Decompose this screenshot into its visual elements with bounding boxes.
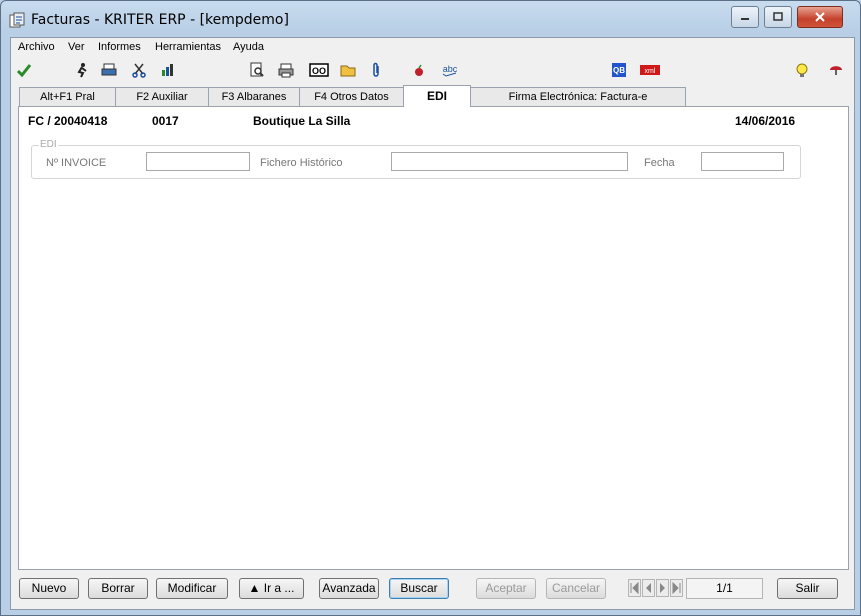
xml-icon[interactable]: xml xyxy=(639,61,661,79)
nuevo-button[interactable]: Nuevo xyxy=(19,578,79,599)
menu-archivo[interactable]: Archivo xyxy=(18,41,55,53)
edi-legend: EDI xyxy=(39,139,58,150)
menu-informes[interactable]: Informes xyxy=(98,41,141,53)
first-record-button[interactable] xyxy=(628,579,641,597)
edi-groupbox: EDI Nº INVOICE Fichero Histórico Fecha xyxy=(31,139,801,179)
window-title: Facturas - KRITER ERP - [kempdemo] xyxy=(31,12,289,28)
buscar-button[interactable]: Buscar xyxy=(389,578,449,599)
edi-panel: FC / 20040418 0017 Boutique La Silla 14/… xyxy=(18,106,849,570)
run-icon[interactable] xyxy=(73,61,91,79)
tab-firma-electronica[interactable]: Firma Electrónica: Factura-e xyxy=(470,87,686,106)
maximize-button[interactable] xyxy=(764,6,792,28)
next-record-button[interactable] xyxy=(656,579,669,597)
svg-text:OO: OO xyxy=(312,66,326,76)
tab-strip: Alt+F1 Pral F2 Auxiliar F3 Albaranes F4 … xyxy=(11,85,854,107)
prev-record-button[interactable] xyxy=(642,579,655,597)
client-area: Archivo Ver Informes Herramientas Ayuda xyxy=(10,37,855,610)
menu-herramientas[interactable]: Herramientas xyxy=(155,41,221,53)
ir-a-button[interactable]: ▲ Ir a ... xyxy=(239,578,304,599)
menu-ver[interactable]: Ver xyxy=(68,41,85,53)
next-icon xyxy=(660,583,665,593)
app-icon xyxy=(9,12,25,28)
last-record-button[interactable] xyxy=(670,579,683,597)
help-icon[interactable] xyxy=(827,61,845,79)
invoice-label: Nº INVOICE xyxy=(46,157,107,169)
action-bar: Nuevo Borrar Modificar ▲ Ir a ... Avanza… xyxy=(11,576,854,602)
document-date: 14/06/2016 xyxy=(735,114,796,128)
modificar-button[interactable]: Modificar xyxy=(156,578,228,599)
minimize-button[interactable] xyxy=(731,6,759,28)
title-bar: Facturas - KRITER ERP - [kempdemo] xyxy=(1,1,860,37)
tab-pral[interactable]: Alt+F1 Pral xyxy=(19,87,116,106)
qb-icon[interactable]: QB xyxy=(610,61,628,79)
printer-icon[interactable] xyxy=(277,61,295,79)
check-icon[interactable] xyxy=(15,61,33,79)
client-code: 0017 xyxy=(152,114,179,128)
salir-button[interactable]: Salir xyxy=(777,578,838,599)
tab-albaranes[interactable]: F3 Albaranes xyxy=(208,87,300,106)
folder-icon[interactable] xyxy=(339,61,357,79)
chart-icon[interactable] xyxy=(159,61,177,79)
restore-icon xyxy=(773,12,783,21)
app-window: Facturas - KRITER ERP - [kempdemo] Archi… xyxy=(0,0,861,616)
last-icon xyxy=(672,581,681,595)
spellcheck-icon[interactable]: abc xyxy=(439,61,461,79)
apple-icon[interactable] xyxy=(410,61,428,79)
date-label: Fecha xyxy=(644,157,675,169)
close-button[interactable] xyxy=(797,6,843,28)
bulb-icon[interactable] xyxy=(793,61,811,79)
minimize-icon xyxy=(741,18,749,20)
preview-icon[interactable] xyxy=(248,61,266,79)
attach-icon[interactable] xyxy=(367,61,385,79)
first-icon xyxy=(630,581,639,595)
history-file-label: Fichero Histórico xyxy=(260,157,343,169)
scissors-icon[interactable] xyxy=(130,61,148,79)
invoice-input[interactable] xyxy=(146,152,250,171)
borrar-button[interactable]: Borrar xyxy=(88,578,148,599)
tab-edi[interactable]: EDI xyxy=(403,85,471,107)
menu-ayuda[interactable]: Ayuda xyxy=(233,41,264,53)
client-name: Boutique La Silla xyxy=(253,114,351,128)
record-pager: 1/1 xyxy=(686,578,763,599)
print-icon[interactable] xyxy=(100,61,118,79)
cancelar-button[interactable]: Cancelar xyxy=(546,578,606,599)
oo-icon[interactable]: OO xyxy=(309,61,329,79)
date-input[interactable] xyxy=(701,152,784,171)
toolbar: OO abc QB xml xyxy=(11,57,854,83)
svg-text:xml: xml xyxy=(645,68,656,75)
aceptar-button[interactable]: Aceptar xyxy=(476,578,536,599)
svg-text:abc: abc xyxy=(443,64,458,74)
close-icon xyxy=(815,12,825,22)
document-number: FC / 20040418 xyxy=(28,114,108,128)
prev-icon xyxy=(646,583,651,593)
avanzada-button[interactable]: Avanzada xyxy=(319,578,379,599)
tab-auxiliar[interactable]: F2 Auxiliar xyxy=(115,87,209,106)
history-file-input[interactable] xyxy=(391,152,628,171)
svg-text:QB: QB xyxy=(613,66,625,75)
tab-otros-datos[interactable]: F4 Otros Datos xyxy=(299,87,404,106)
menu-bar: Archivo Ver Informes Herramientas Ayuda xyxy=(11,38,854,56)
